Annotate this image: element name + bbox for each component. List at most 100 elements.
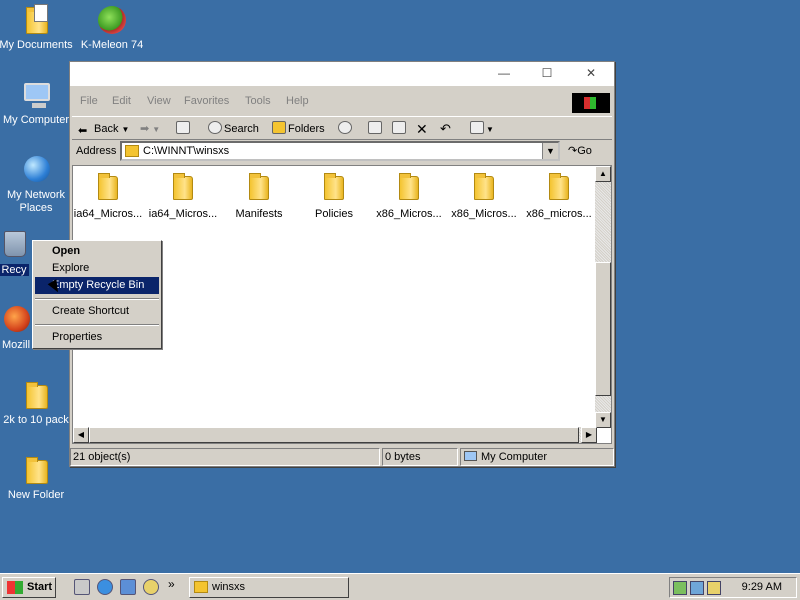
address-value: C:\WINNT\winsxs: [143, 145, 230, 157]
scroll-thumb[interactable]: [595, 262, 611, 396]
list-item[interactable]: ia64_Micros...: [71, 172, 145, 220]
file-label: Policies: [315, 208, 353, 220]
back-arrow-icon: ⬅: [78, 125, 88, 137]
folder-icon: [20, 454, 52, 486]
menu-help[interactable]: Help: [286, 95, 309, 107]
horizontal-scrollbar[interactable]: ◀ ▶: [73, 427, 597, 443]
desktop-icon-label: Mozill: [1, 339, 31, 351]
up-folder-button[interactable]: [176, 120, 192, 138]
k-meleon-icon: [96, 4, 128, 36]
desktop-icon-my-computer[interactable]: My Computer: [0, 79, 74, 127]
vertical-scrollbar[interactable]: ▲ ▼: [595, 166, 611, 428]
internet-explorer-icon[interactable]: [97, 579, 113, 595]
file-label: x86_Micros...: [451, 208, 517, 220]
scroll-thumb[interactable]: [89, 427, 579, 443]
show-desktop-icon[interactable]: [74, 579, 90, 595]
my-computer-icon: [20, 79, 52, 111]
close-button[interactable]: ✕: [583, 66, 599, 80]
search-label: Search: [224, 123, 259, 135]
undo-button[interactable]: ↶: [440, 120, 451, 138]
desktop-icon-label: 2k to 10 pack: [3, 414, 69, 426]
menu-tools[interactable]: Tools: [245, 95, 271, 107]
folder-icon: [92, 172, 124, 204]
my-documents-icon: [20, 4, 52, 36]
go-button[interactable]: ↷Go: [568, 142, 592, 160]
folders-button[interactable]: Folders: [272, 120, 325, 138]
menu-edit[interactable]: Edit: [112, 95, 131, 107]
status-objects: 21 object(s): [70, 448, 380, 466]
start-button[interactable]: Start: [2, 577, 56, 598]
taskbar-button-winsxs[interactable]: winsxs: [189, 577, 349, 598]
context-menu-open[interactable]: Open: [35, 243, 159, 260]
list-item[interactable]: x86_micros...: [522, 172, 596, 220]
folder-icon: [20, 379, 52, 411]
quick-launch-chevron[interactable]: »: [168, 577, 175, 591]
desktop-icon-2k-to-10-pack[interactable]: 2k to 10 pack: [0, 379, 74, 427]
tray-volume-icon[interactable]: [690, 581, 704, 595]
history-icon: [338, 121, 352, 134]
desktop-icon-my-documents[interactable]: My Documents: [0, 4, 74, 52]
desktop-icon-label: My Computer: [2, 114, 70, 126]
context-menu-properties[interactable]: Properties: [35, 329, 159, 346]
scroll-right-button[interactable]: ▶: [581, 427, 597, 443]
move-to-button[interactable]: [368, 120, 384, 138]
folder-icon: [468, 172, 500, 204]
tray-network-icon[interactable]: [673, 581, 687, 595]
desktop-icon-k-meleon[interactable]: K-Meleon 74: [74, 4, 150, 52]
search-button[interactable]: Search: [208, 120, 259, 138]
folders-label: Folders: [288, 123, 325, 135]
menu-file[interactable]: File: [80, 95, 98, 107]
copy-to-icon: [392, 121, 406, 134]
list-item[interactable]: ia64_Micros...: [146, 172, 220, 220]
desktop-icon-label: My Network Places: [6, 189, 66, 214]
forward-button[interactable]: ➡ ▼: [140, 120, 160, 138]
move-to-icon: [368, 121, 382, 134]
folder-icon: [194, 581, 208, 593]
taskbar: Start » winsxs 9:29 AM: [0, 573, 800, 600]
desktop-icon-label: Recy: [0, 264, 29, 276]
history-button[interactable]: [338, 120, 354, 138]
minimize-button[interactable]: —: [496, 66, 512, 80]
address-input[interactable]: C:\WINNT\winsxs ▼: [120, 141, 560, 161]
folder-icon: [167, 172, 199, 204]
toolbar: ⬅ Back ▼ ➡ ▼ Search Folders ✕ ↶ ▼: [72, 116, 612, 140]
search-icon[interactable]: [143, 579, 159, 595]
network-places-icon: [20, 154, 52, 186]
list-item[interactable]: Policies: [297, 172, 371, 220]
address-dropdown-button[interactable]: ▼: [542, 143, 558, 159]
title-bar[interactable]: — ☐ ✕: [70, 62, 614, 86]
context-menu-create-shortcut[interactable]: Create Shortcut: [35, 303, 159, 320]
menu-view[interactable]: View: [147, 95, 171, 107]
windows-logo-icon: [7, 581, 23, 594]
file-label: Manifests: [235, 208, 283, 220]
scroll-up-button[interactable]: ▲: [595, 166, 611, 182]
folder-icon: [543, 172, 575, 204]
maximize-button[interactable]: ☐: [539, 66, 555, 80]
copy-to-button[interactable]: [392, 120, 408, 138]
clock[interactable]: 9:29 AM: [742, 581, 782, 593]
menu-separator: [35, 324, 159, 326]
file-label: x86_Micros...: [376, 208, 442, 220]
outlook-express-icon[interactable]: [120, 579, 136, 595]
scroll-down-button[interactable]: ▼: [595, 412, 611, 428]
views-button[interactable]: ▼: [470, 120, 494, 138]
back-button[interactable]: ⬅ Back ▼: [78, 120, 129, 138]
desktop-icon-network-places[interactable]: My Network Places: [0, 154, 74, 215]
menu-favorites[interactable]: Favorites: [184, 95, 229, 107]
taskbar-button-label: winsxs: [212, 581, 246, 593]
list-item[interactable]: Manifests: [222, 172, 296, 220]
context-menu: Open Explore Empty Recycle Bin Create Sh…: [32, 240, 162, 349]
up-folder-icon: [176, 121, 190, 134]
views-icon: [470, 121, 484, 134]
go-label: Go: [577, 145, 592, 157]
go-arrow-icon: ↷: [568, 145, 578, 157]
scroll-left-button[interactable]: ◀: [73, 427, 89, 443]
menu-separator: [35, 298, 159, 300]
address-label: Address: [76, 145, 117, 157]
desktop-icon-new-folder[interactable]: New Folder: [0, 454, 74, 502]
list-item[interactable]: x86_Micros...: [372, 172, 446, 220]
tray-app-icon[interactable]: [707, 581, 721, 595]
delete-button[interactable]: ✕: [416, 120, 428, 138]
context-menu-explore[interactable]: Explore: [35, 260, 159, 277]
list-item[interactable]: x86_Micros...: [447, 172, 521, 220]
